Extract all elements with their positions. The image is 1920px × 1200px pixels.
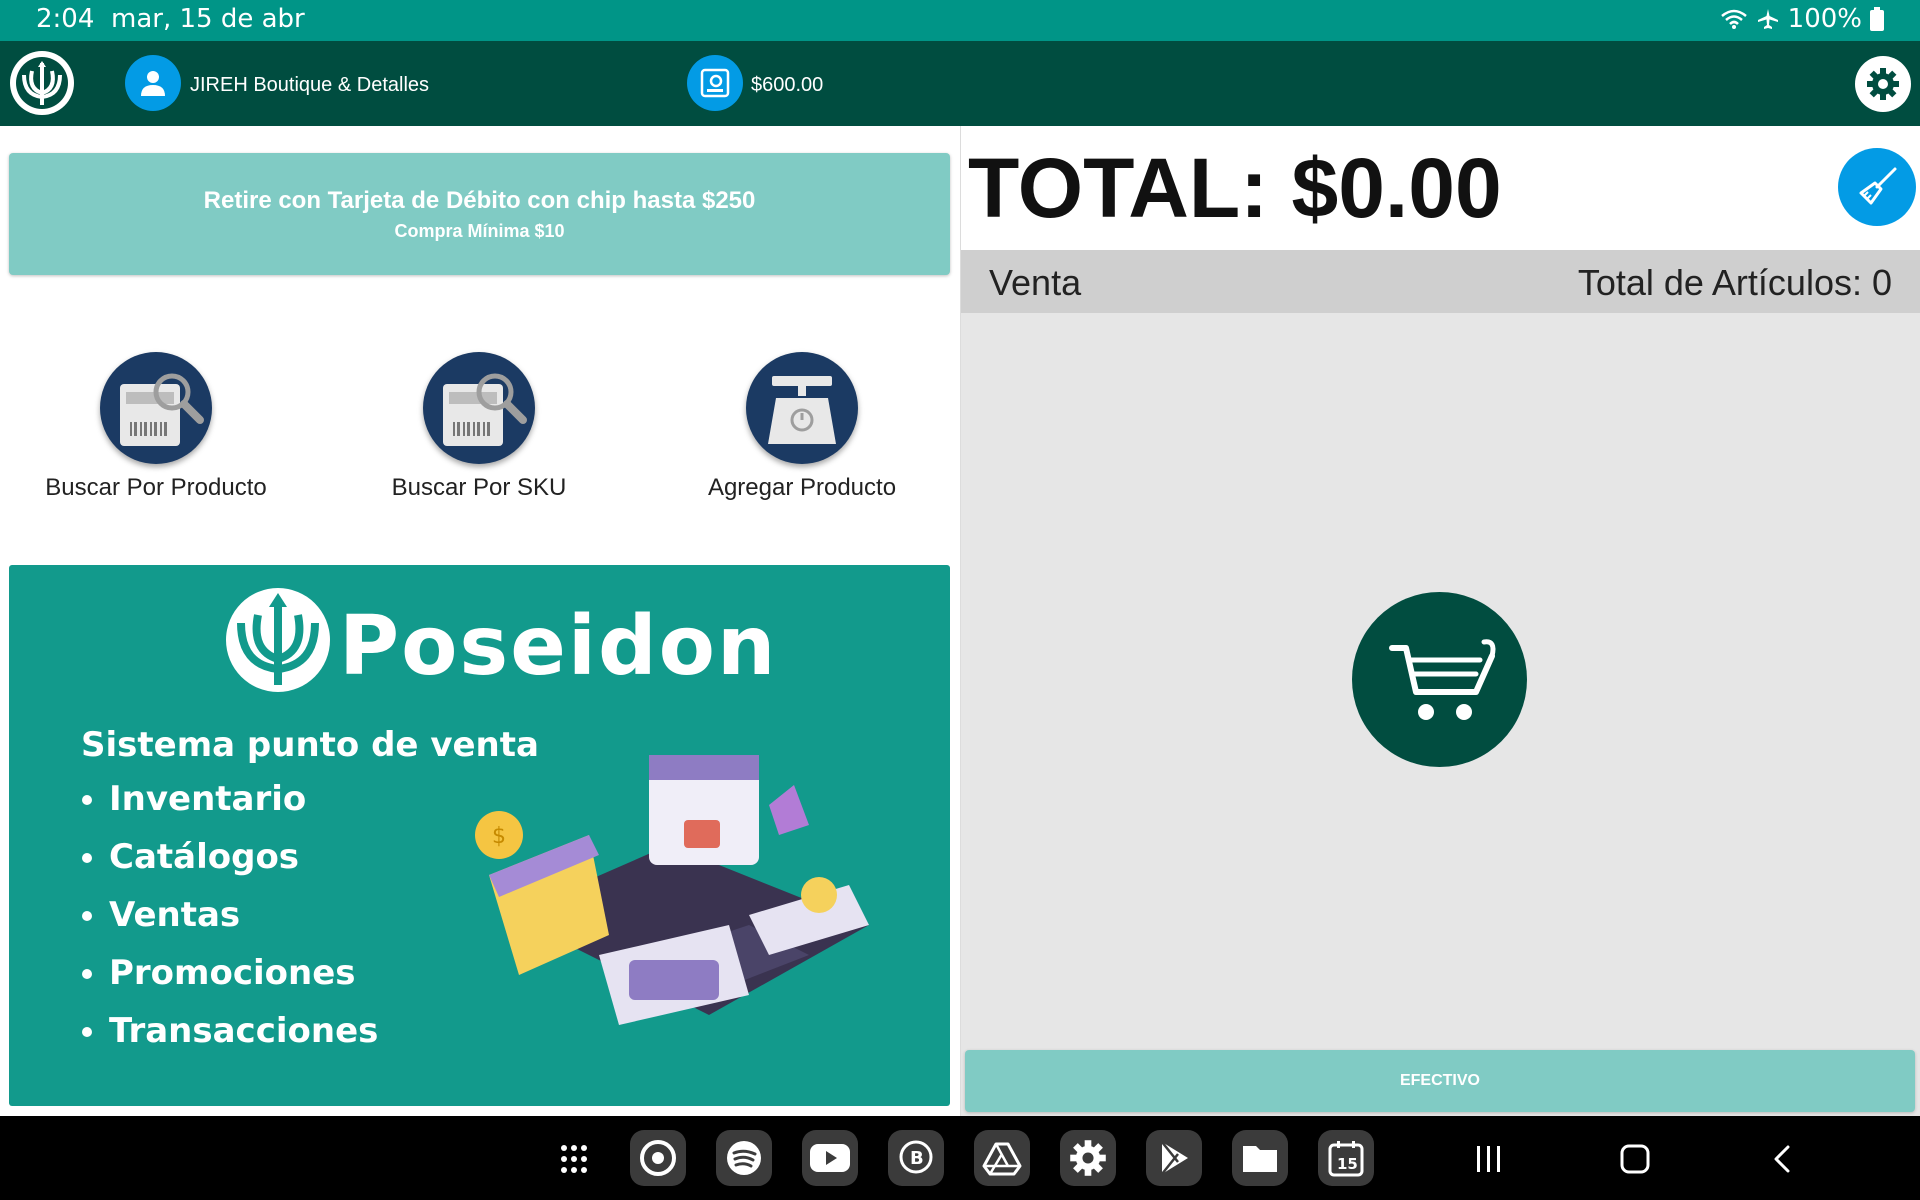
sale-total: TOTAL: $0.00	[968, 141, 1502, 235]
promo-banner[interactable]: Retire con Tarjeta de Débito con chip ha…	[9, 153, 950, 275]
feature-list: Inventario Catálogos Ventas Promociones …	[69, 770, 378, 1060]
items-count: Total de Artículos: 0	[1577, 262, 1892, 303]
search-product-icon	[100, 352, 212, 464]
promo-subtitle: Compra Mínima $10	[394, 221, 565, 241]
add-product-button[interactable]: Agregar Producto	[652, 352, 952, 502]
trident-logo-icon	[226, 588, 330, 692]
cart-icon	[1352, 592, 1527, 767]
calendar-day: 15	[1337, 1155, 1358, 1173]
svg-text:$: $	[492, 824, 506, 849]
sale-mode: Venta	[989, 262, 1082, 303]
status-icons: 100%	[1720, 4, 1884, 34]
sale-header: Venta Total de Artículos: 0	[961, 250, 1920, 313]
scale-icon	[746, 352, 858, 464]
back-button[interactable]	[1770, 1144, 1794, 1174]
app-bar: JIREH Boutique & Detalles $600.00	[0, 41, 1920, 126]
chrome-icon[interactable]	[630, 1130, 686, 1186]
store-illustration: $	[475, 755, 869, 1025]
search-product-button[interactable]: Buscar Por Producto	[6, 352, 306, 502]
files-icon[interactable]	[1232, 1130, 1288, 1186]
whatsapp-business-icon[interactable]: B	[888, 1130, 944, 1186]
search-sku-icon	[423, 352, 535, 464]
poseidon-banner: Poseidon Sistema punto de venta Inventar…	[9, 565, 950, 1106]
feature-item: Promociones	[109, 944, 378, 1002]
search-sku-button[interactable]: Buscar Por SKU	[329, 352, 629, 502]
broom-icon	[1859, 167, 1897, 205]
status-time: 2:04	[36, 4, 95, 34]
settings-icon[interactable]	[1060, 1130, 1116, 1186]
search-product-label: Buscar Por Producto	[45, 474, 267, 501]
svg-text:B: B	[910, 1148, 924, 1169]
navigation-bar: B 15	[0, 1116, 1920, 1200]
recents-button[interactable]	[1474, 1144, 1504, 1174]
promo-title: Retire con Tarjeta de Débito con chip ha…	[203, 187, 756, 214]
youtube-icon[interactable]	[802, 1130, 858, 1186]
feature-item: Ventas	[109, 886, 378, 944]
calendar-icon[interactable]: 15	[1318, 1130, 1374, 1186]
feature-item: Catálogos	[109, 828, 378, 886]
wifi-icon	[1720, 9, 1747, 29]
gear-icon	[1867, 68, 1899, 100]
status-date: mar, 15 de abr	[111, 4, 305, 34]
home-button[interactable]	[1620, 1144, 1650, 1174]
user-icon[interactable]	[125, 55, 181, 111]
cash-amount[interactable]: $600.00	[751, 74, 823, 97]
battery-icon	[1870, 7, 1884, 31]
store-name[interactable]: JIREH Boutique & Detalles	[190, 74, 429, 97]
cash-payment-button[interactable]: EFECTIVO	[965, 1050, 1915, 1112]
play-store-icon[interactable]	[1146, 1130, 1202, 1186]
spotify-icon[interactable]	[716, 1130, 772, 1186]
clear-sale-button[interactable]	[1838, 148, 1916, 226]
brand-name: Poseidon	[339, 599, 778, 694]
apps-icon[interactable]	[560, 1144, 596, 1174]
status-bar: 2:04 mar, 15 de abr 100%	[0, 0, 1920, 41]
search-sku-label: Buscar Por SKU	[391, 474, 567, 501]
feature-item: Inventario	[109, 770, 378, 828]
add-product-label: Agregar Producto	[707, 474, 897, 501]
safe-icon[interactable]	[687, 55, 743, 111]
battery-percent: 100%	[1787, 4, 1862, 34]
feature-item: Transacciones	[109, 1002, 378, 1060]
settings-button[interactable]	[1855, 56, 1911, 112]
trident-logo-icon[interactable]	[10, 51, 74, 115]
airplane-icon	[1757, 9, 1778, 29]
drive-icon[interactable]	[974, 1130, 1030, 1186]
